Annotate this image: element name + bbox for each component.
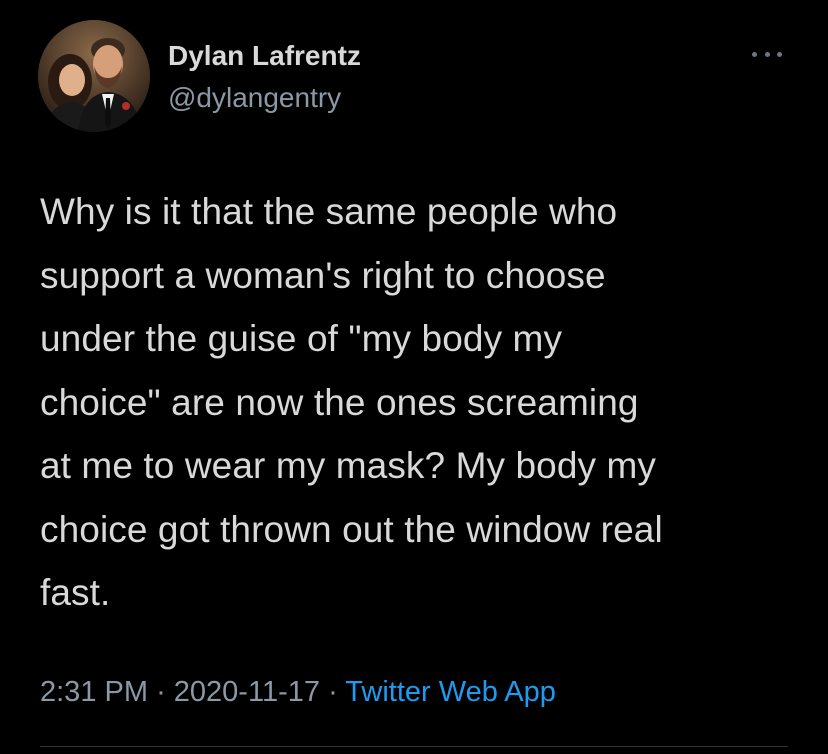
avatar-photo	[38, 20, 150, 132]
avatar[interactable]	[38, 20, 150, 132]
tweet: Dylan Lafrentz @dylangentry Why is it th…	[0, 0, 828, 754]
user-handle[interactable]: @dylangentry	[168, 82, 341, 114]
tweet-text-line: fast.	[40, 572, 111, 613]
tweet-text-line: under the guise of "my body my	[40, 318, 563, 359]
tweet-time[interactable]: 2:31 PM	[40, 676, 148, 708]
divider	[40, 746, 788, 747]
dot-icon	[752, 51, 757, 57]
tweet-text-line: at me to wear my mask? My body my	[40, 445, 657, 486]
tweet-source-link[interactable]: Twitter Web App	[345, 676, 556, 708]
tweet-date[interactable]: 2020-11-17	[174, 676, 320, 708]
tweet-text-line: support a woman's right to choose	[40, 254, 606, 296]
more-horizontal-icon[interactable]	[752, 48, 782, 60]
dot-icon	[777, 51, 782, 57]
display-name[interactable]: Dylan Lafrentz	[168, 40, 361, 72]
dot-icon	[764, 51, 770, 57]
tweet-text-line: choice got thrown out the window real	[40, 508, 663, 550]
tweet-meta: 2:31 PM · 2020-11-17 · Twitter Web App	[40, 676, 556, 709]
tweet-text-line: Why is it that the same people who	[40, 191, 618, 232]
meta-separator: ·	[156, 676, 166, 708]
tweet-text: Why is it that the same people who suppo…	[40, 180, 800, 625]
tweet-text-line: choice" are now the ones screaming	[40, 381, 639, 423]
meta-separator: ·	[328, 676, 338, 708]
